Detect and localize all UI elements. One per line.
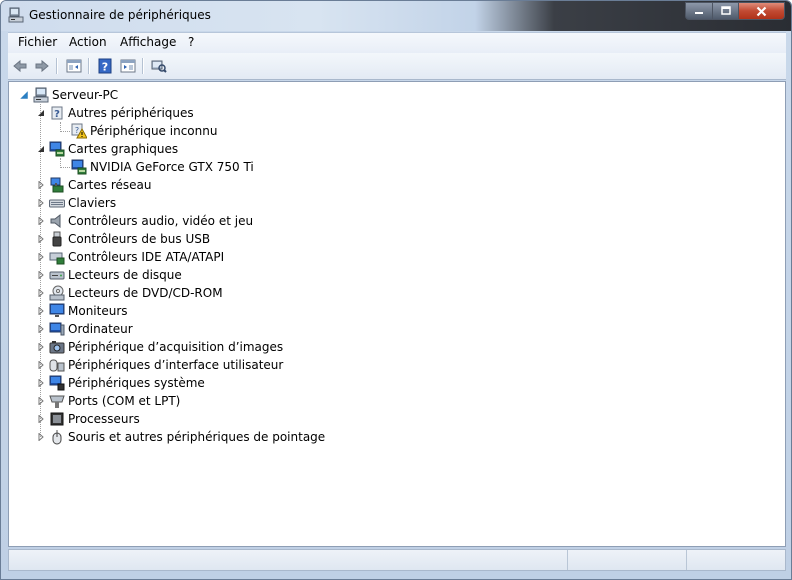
tree-item-claviers[interactable]: Claviers — [37, 194, 116, 212]
scan-hardware-icon — [151, 60, 167, 73]
expand-arrow-icon[interactable] — [37, 415, 45, 423]
ide-controller-icon — [49, 252, 65, 265]
status-cell — [686, 550, 687, 570]
display-adapter-icon — [49, 141, 65, 157]
tree-item-autres-peripheriques[interactable]: ? Autres périphériques — [37, 104, 194, 122]
tree-item-nvidia-geforce[interactable]: NVIDIA GeForce GTX 750 Ti — [71, 158, 254, 176]
properties-icon — [120, 59, 136, 73]
status-cell — [567, 550, 568, 570]
display-adapter-icon — [71, 159, 87, 175]
help-button[interactable]: ? — [96, 57, 114, 75]
device-manager-window: Gestionnaire de périphériques Fichier Ac… — [0, 0, 792, 580]
collapse-arrow-icon[interactable] — [19, 90, 29, 100]
expand-arrow-icon[interactable] — [37, 325, 45, 333]
expand-arrow-icon[interactable] — [37, 181, 45, 189]
expand-arrow-icon[interactable] — [37, 289, 45, 297]
tree-item-cartes-graphiques[interactable]: Cartes graphiques — [37, 140, 178, 158]
tree-item-controleurs-usb[interactable]: Contrôleurs de bus USB — [37, 230, 210, 248]
usb-icon — [52, 231, 62, 247]
minimize-icon — [695, 12, 703, 14]
expand-arrow-icon[interactable] — [37, 379, 45, 387]
close-icon — [756, 6, 767, 16]
maximize-button[interactable] — [713, 2, 739, 20]
tree-item-souris[interactable]: Souris et autres périphériques de pointa… — [37, 428, 325, 446]
collapse-arrow-icon[interactable] — [37, 109, 45, 117]
window-title: Gestionnaire de périphériques — [29, 8, 211, 22]
tree-item-lecteurs-dvd[interactable]: Lecteurs de DVD/CD-ROM — [37, 284, 223, 302]
svg-text:?: ? — [54, 109, 60, 120]
tree-item-cartes-reseau[interactable]: Cartes réseau — [37, 176, 151, 194]
expand-arrow-icon[interactable] — [37, 433, 45, 441]
tree-item-moniteurs[interactable]: Moniteurs — [37, 302, 128, 320]
tree-item-peripherique-inconnu[interactable]: ? Périphérique inconnu — [71, 122, 217, 140]
mouse-icon — [52, 430, 62, 445]
camera-icon — [49, 341, 65, 354]
tree-item-ordinateur[interactable]: Ordinateur — [37, 320, 133, 338]
svg-text:?: ? — [75, 126, 79, 135]
forward-icon — [35, 59, 49, 73]
monitor-icon — [49, 303, 65, 317]
expand-arrow-icon[interactable] — [37, 271, 45, 279]
expand-arrow-icon[interactable] — [37, 235, 45, 243]
root-label: Serveur-PC — [52, 88, 119, 102]
expand-arrow-icon[interactable] — [37, 199, 45, 207]
speaker-icon — [50, 213, 61, 229]
device-tree[interactable]: Serveur-PC ? Autres périphériques ? Péri… — [8, 81, 786, 547]
expand-arrow-icon[interactable] — [37, 307, 45, 315]
close-button[interactable] — [739, 2, 785, 20]
menu-action[interactable]: Action — [69, 35, 107, 49]
minimize-button[interactable] — [685, 2, 713, 20]
console-tree-button[interactable] — [65, 57, 83, 75]
hid-icon — [49, 359, 65, 372]
collapse-arrow-icon[interactable] — [37, 145, 45, 153]
processor-icon — [50, 412, 64, 426]
dvd-drive-icon — [49, 285, 65, 301]
scan-hardware-button[interactable] — [150, 57, 168, 75]
expand-arrow-icon[interactable] — [37, 253, 45, 261]
computer-icon — [49, 322, 65, 336]
disk-drive-icon — [49, 271, 65, 280]
back-button[interactable] — [11, 57, 29, 75]
expand-arrow-icon[interactable] — [37, 361, 45, 369]
menu-bar: Fichier Action Affichage ? — [8, 32, 786, 53]
toolbar: ? — [8, 53, 786, 80]
tree-item-controleurs-audio[interactable]: Contrôleurs audio, vidéo et jeu — [37, 212, 253, 230]
unknown-device-warning-icon: ? — [71, 123, 87, 139]
device-manager-app-icon — [8, 7, 24, 23]
status-bar — [8, 549, 786, 571]
port-icon — [49, 395, 65, 408]
tree-item-acquisition-images[interactable]: Périphérique d’acquisition d’images — [37, 338, 283, 356]
svg-text:?: ? — [102, 61, 108, 74]
menu-help[interactable]: ? — [188, 35, 194, 49]
expand-arrow-icon[interactable] — [37, 217, 45, 225]
maximize-icon — [720, 6, 731, 15]
expand-arrow-icon[interactable] — [37, 343, 45, 351]
tree-item-ports[interactable]: Ports (COM et LPT) — [37, 392, 180, 410]
menu-fichier[interactable]: Fichier — [18, 35, 57, 49]
tree-item-peripheriques-systeme[interactable]: Périphériques système — [37, 374, 205, 392]
help-icon: ? — [98, 58, 112, 74]
keyboard-icon — [49, 199, 65, 208]
unknown-device-icon: ? — [51, 106, 63, 120]
expand-arrow-icon[interactable] — [37, 397, 45, 405]
console-tree-icon — [66, 59, 82, 73]
network-adapter-icon — [50, 177, 64, 193]
system-device-icon — [49, 375, 65, 391]
tree-item-interface-utilisateur[interactable]: Périphériques d’interface utilisateur — [37, 356, 283, 374]
computer-server-icon — [33, 87, 49, 103]
tree-root-item[interactable]: Serveur-PC — [19, 86, 118, 104]
tree-item-controleurs-ide[interactable]: Contrôleurs IDE ATA/ATAPI — [37, 248, 224, 266]
back-icon — [13, 59, 27, 73]
menu-affichage[interactable]: Affichage — [120, 35, 176, 49]
tree-item-processeurs[interactable]: Processeurs — [37, 410, 140, 428]
forward-button[interactable] — [33, 57, 51, 75]
properties-button[interactable] — [119, 57, 137, 75]
title-bar[interactable]: Gestionnaire de périphériques — [1, 1, 791, 31]
tree-item-lecteurs-disque[interactable]: Lecteurs de disque — [37, 266, 182, 284]
